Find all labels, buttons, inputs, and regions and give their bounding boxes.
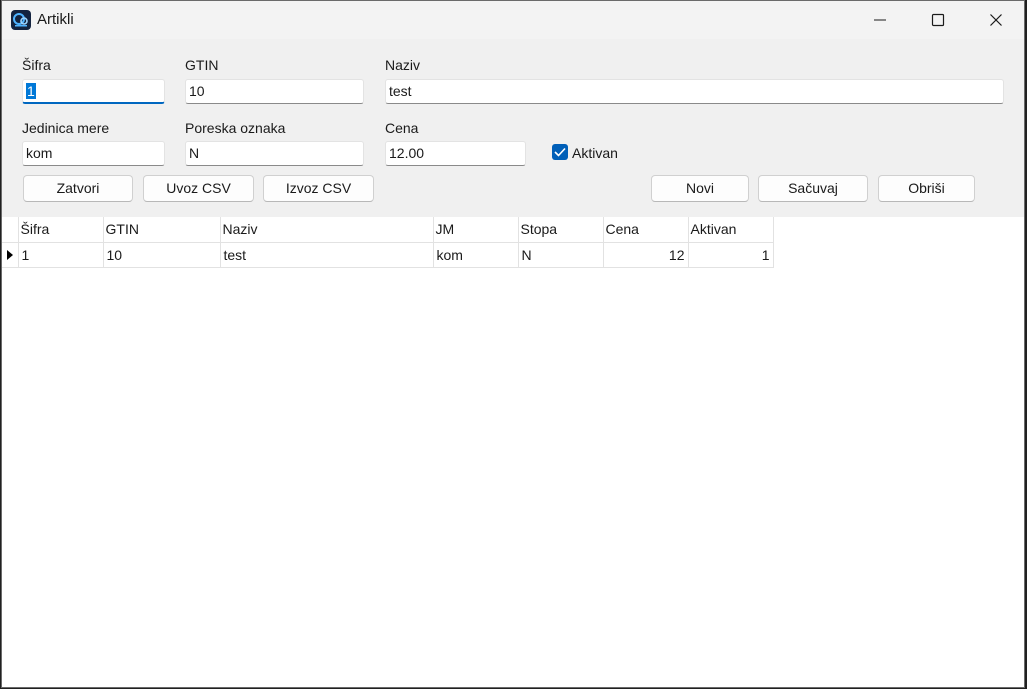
obrisi-button[interactable]: Obriši: [878, 175, 975, 202]
column-header-gtin[interactable]: GTIN: [103, 217, 221, 243]
naziv-input[interactable]: test: [385, 79, 1004, 104]
cell-sifra[interactable]: 1: [18, 242, 104, 268]
artikli-window: Artikli Šifra 1 GTIN 10 Naziv test Jedin…: [1, 0, 1025, 688]
poreska-oznaka-label: Poreska oznaka: [185, 120, 286, 136]
cena-input[interactable]: 12.00: [385, 141, 526, 166]
izvoz-csv-button[interactable]: Izvoz CSV: [263, 175, 374, 202]
table-row[interactable]: 1 10 test kom N 12 1: [2, 242, 774, 268]
gtin-input[interactable]: 10: [185, 79, 364, 104]
sifra-label: Šifra: [22, 57, 51, 73]
maximize-icon: [931, 13, 945, 27]
cell-gtin[interactable]: 10: [103, 242, 221, 268]
sifra-value: 1: [26, 83, 36, 99]
sifra-input[interactable]: 1: [22, 79, 165, 104]
close-button[interactable]: [973, 1, 1019, 39]
jedinica-mere-label: Jedinica mere: [22, 120, 110, 136]
gtin-label: GTIN: [185, 57, 219, 73]
column-header-aktivan[interactable]: Aktivan: [688, 217, 774, 243]
minimize-icon: [874, 19, 886, 21]
current-row-indicator[interactable]: [2, 242, 19, 268]
aktivan-checkbox[interactable]: [552, 144, 568, 160]
jedinica-mere-input[interactable]: kom: [22, 141, 165, 166]
zatvori-button[interactable]: Zatvori: [23, 175, 133, 202]
cena-label: Cena: [385, 120, 419, 136]
cell-naziv[interactable]: test: [220, 242, 434, 268]
cell-aktivan[interactable]: 1: [688, 242, 774, 268]
articles-grid[interactable]: Šifra GTIN Naziv JM Stopa Cena Aktivan 1…: [2, 217, 774, 268]
naziv-label: Naziv: [385, 57, 421, 73]
minimize-button[interactable]: [857, 1, 903, 39]
cell-jm[interactable]: kom: [433, 242, 519, 268]
column-header-jm[interactable]: JM: [433, 217, 519, 243]
column-header-naziv[interactable]: Naziv: [220, 217, 434, 243]
column-header-sifra[interactable]: Šifra: [18, 217, 104, 243]
uvoz-csv-button[interactable]: Uvoz CSV: [143, 175, 254, 202]
current-row-arrow-icon: [6, 249, 13, 260]
cell-cena[interactable]: 12: [603, 242, 689, 268]
title-bar: Artikli: [2, 1, 1024, 39]
poreska-oznaka-input[interactable]: N: [185, 141, 364, 166]
column-header-cena[interactable]: Cena: [603, 217, 689, 243]
close-icon: [990, 14, 1002, 26]
cell-stopa[interactable]: N: [518, 242, 604, 268]
grid-header-row: Šifra GTIN Naziv JM Stopa Cena Aktivan: [2, 217, 774, 243]
novi-button[interactable]: Novi: [651, 175, 749, 202]
maximize-button[interactable]: [915, 1, 961, 39]
column-header-stopa[interactable]: Stopa: [518, 217, 604, 243]
app-logo-icon: [11, 10, 31, 30]
window-title: Artikli: [37, 11, 74, 28]
sacuvaj-button[interactable]: Sačuvaj: [758, 175, 868, 202]
row-header-corner: [2, 217, 19, 243]
checkmark-icon: [554, 147, 566, 157]
article-form: Šifra 1 GTIN 10 Naziv test Jedinica mere…: [2, 39, 1024, 217]
aktivan-label[interactable]: Aktivan: [572, 145, 618, 161]
